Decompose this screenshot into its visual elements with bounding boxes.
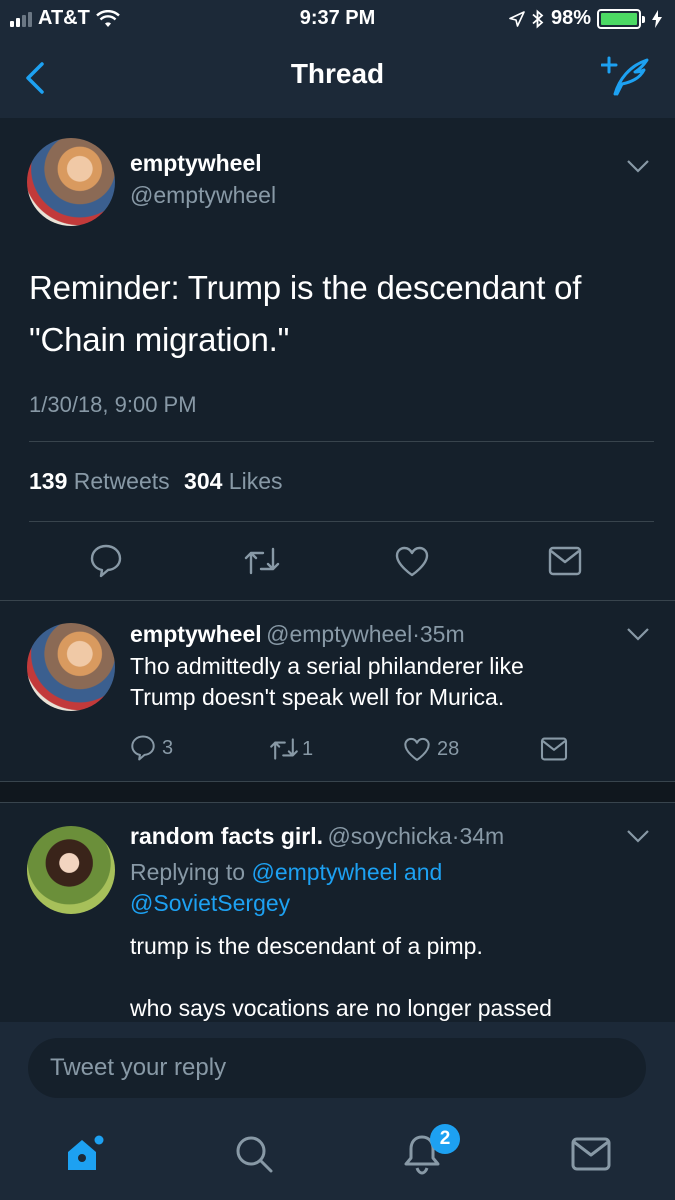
reply-icon[interactable] xyxy=(89,543,123,579)
status-right: 98% xyxy=(509,7,663,30)
tab-bar: 2 xyxy=(0,1114,675,1200)
tweet-row[interactable]: random facts girl. @soychicka·34m Replyi… xyxy=(0,803,675,1023)
tweet-time: 35m xyxy=(419,621,465,647)
tweet-header: emptywheel @emptywheel·35m xyxy=(130,621,465,648)
direct-message-icon[interactable] xyxy=(540,737,568,761)
reply-action[interactable]: 3 xyxy=(130,734,173,762)
author-name[interactable]: emptywheel xyxy=(130,621,262,647)
reply-composer xyxy=(0,1022,675,1114)
status-bar: AT&T 9:37 PM 98% xyxy=(0,0,675,38)
tweet-text-line: Tho admittedly a serial philanderer like xyxy=(130,653,524,679)
retweet-icon[interactable] xyxy=(242,545,282,577)
tweet-text-line: Trump doesn't speak well for Murica. xyxy=(130,684,505,710)
retweet-icon xyxy=(270,738,298,760)
battery-percent: 98% xyxy=(550,7,591,29)
thread-separator xyxy=(0,781,675,803)
author-name[interactable]: emptywheel xyxy=(130,150,262,177)
reply-count: 3 xyxy=(162,736,174,759)
battery-icon xyxy=(597,8,645,29)
author-handle[interactable]: @soychicka xyxy=(327,823,451,849)
tweet-row[interactable]: emptywheel @emptywheel·35m Tho admittedl… xyxy=(0,601,675,781)
search-icon[interactable] xyxy=(232,1132,276,1176)
tweet-text-line: trump is the descendant of a pimp. xyxy=(130,933,483,959)
retweet-action[interactable]: 1 xyxy=(268,736,313,762)
replying-to-prefix: Replying to xyxy=(130,859,246,885)
tweet-text-line: "Chain migration." xyxy=(29,321,290,358)
replying-to: Replying to @emptywheel and @SovietSerge… xyxy=(130,857,650,919)
like-label[interactable]: Likes xyxy=(229,468,283,494)
engagement-counts: 139 Retweets 304 Likes xyxy=(29,468,283,495)
author-name[interactable]: random facts girl. xyxy=(130,823,323,849)
navigation-bar: Thread xyxy=(0,38,675,118)
tweet-header: random facts girl. @soychicka·34m xyxy=(130,823,504,850)
page-title: Thread xyxy=(290,58,385,89)
like-icon[interactable] xyxy=(394,545,430,577)
separator-dot: · xyxy=(412,621,420,647)
like-action[interactable]: 28 xyxy=(403,736,459,762)
compose-tweet-icon[interactable] xyxy=(601,54,651,98)
divider xyxy=(29,441,654,442)
tweet-time: 34m xyxy=(459,823,505,849)
top-bar: AT&T 9:37 PM 98% Thread xyxy=(0,0,675,118)
reply-icon xyxy=(131,735,155,761)
tweet-text-line: Reminder: Trump is the descendant of xyxy=(29,269,582,306)
chevron-down-icon[interactable] xyxy=(625,828,651,844)
divider xyxy=(29,521,654,522)
location-arrow-icon xyxy=(509,10,525,27)
author-handle[interactable]: @emptywheel xyxy=(266,621,412,647)
tweet-text-line: who says vocations are no longer passed xyxy=(130,995,552,1021)
tweet-text: Reminder: Trump is the descendant of "Ch… xyxy=(29,262,649,366)
mention-link[interactable]: @emptywheel and xyxy=(251,859,442,885)
direct-message-icon[interactable] xyxy=(548,546,582,576)
retweet-count: 1 xyxy=(302,737,314,760)
reply-input[interactable] xyxy=(28,1038,646,1098)
retweet-label[interactable]: Retweets xyxy=(74,468,170,494)
avatar[interactable] xyxy=(27,826,115,914)
home-icon[interactable] xyxy=(62,1132,106,1176)
bluetooth-icon xyxy=(532,8,544,29)
retweet-count[interactable]: 139 xyxy=(29,468,67,494)
tweet-timestamp: 1/30/18, 9:00 PM xyxy=(29,392,197,417)
avatar[interactable] xyxy=(27,623,115,711)
messages-icon[interactable] xyxy=(570,1132,614,1176)
tweet-text: trump is the descendant of a pimp. who s… xyxy=(130,931,670,1023)
avatar[interactable] xyxy=(27,138,115,226)
tweet-text: Tho admittedly a serial philanderer like… xyxy=(130,651,650,713)
notifications-badge[interactable]: 2 xyxy=(430,1124,460,1154)
mention-link[interactable]: @SovietSergey xyxy=(130,888,650,919)
charging-bolt-icon xyxy=(652,9,662,28)
like-icon xyxy=(404,737,430,761)
chevron-down-icon[interactable] xyxy=(625,626,651,642)
author-handle[interactable]: @emptywheel xyxy=(130,182,276,209)
chevron-down-icon[interactable] xyxy=(625,158,651,174)
like-count[interactable]: 304 xyxy=(184,468,222,494)
like-count: 28 xyxy=(437,737,460,760)
